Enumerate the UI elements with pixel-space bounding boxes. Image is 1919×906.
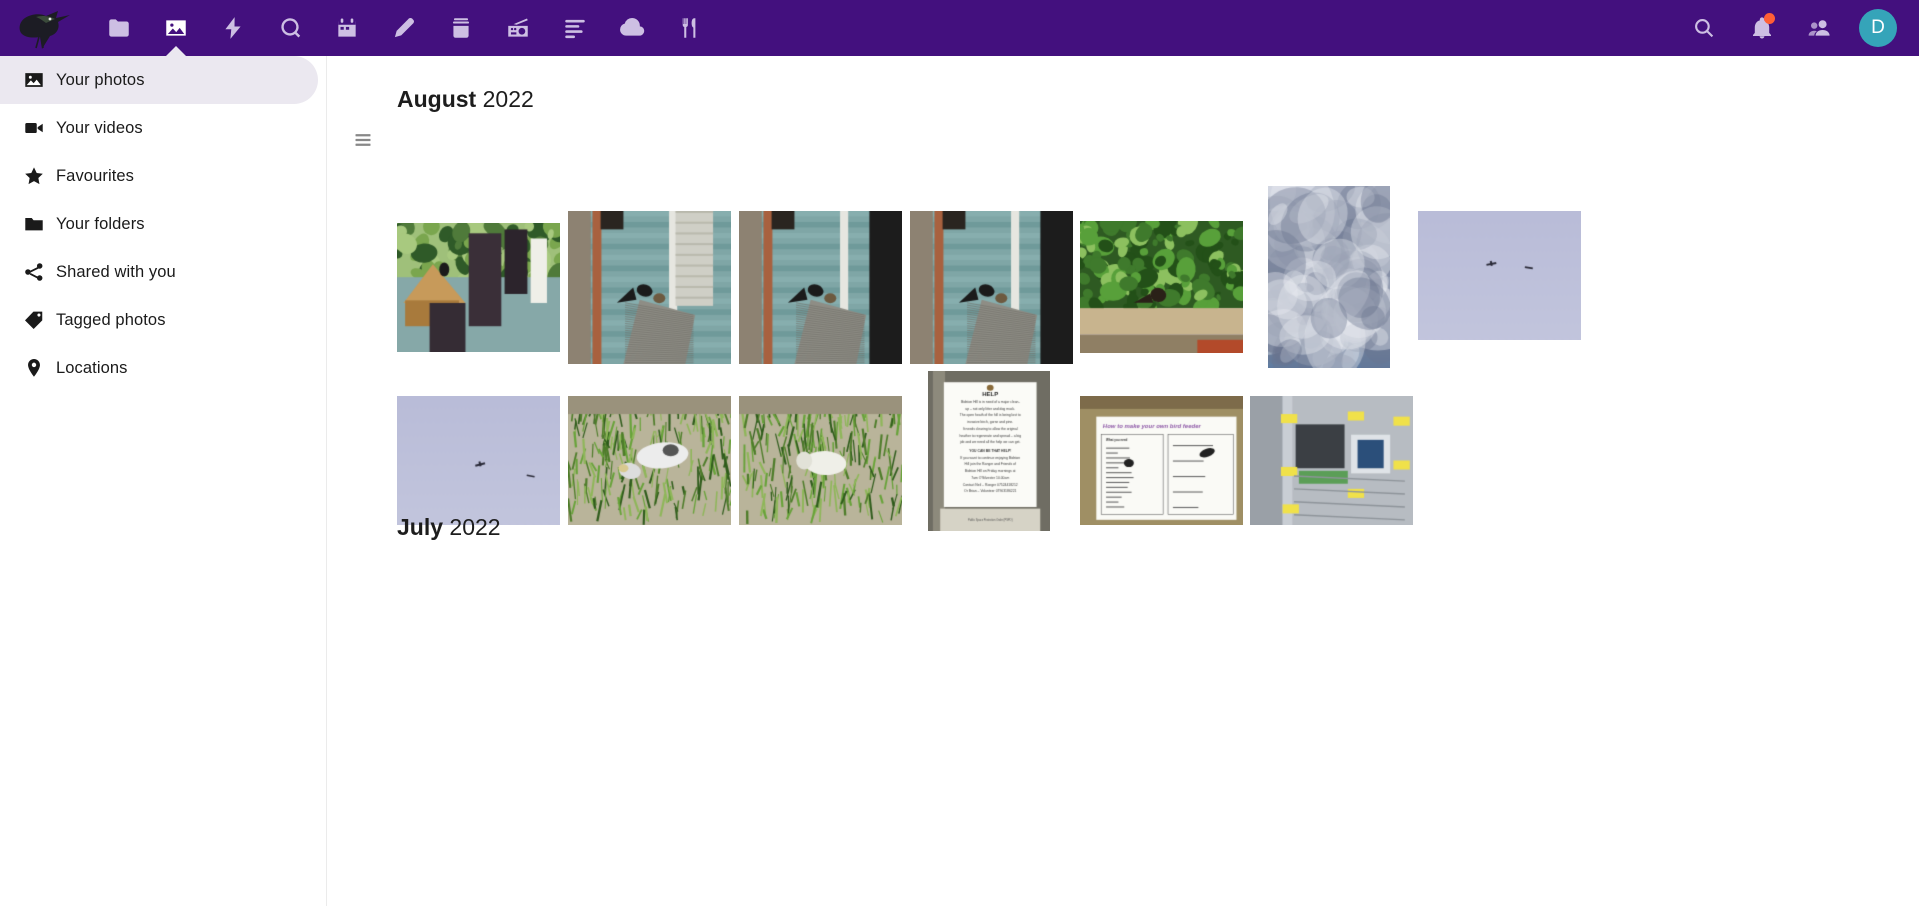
nav-item-cookbook[interactable] (660, 0, 717, 56)
month-year: 2022 (476, 86, 534, 112)
photo-thumbnail (739, 396, 902, 525)
nav-item-photos[interactable] (147, 0, 204, 56)
nav-item-notes[interactable] (375, 0, 432, 56)
search-button[interactable] (1675, 0, 1733, 56)
tag-icon (12, 309, 56, 331)
sidebar-label: Your folders (56, 214, 145, 233)
sidebar-item-your-videos[interactable]: Your videos (0, 104, 318, 152)
nav-item-circles[interactable] (261, 0, 318, 56)
video-camera-icon (12, 117, 56, 139)
photo-bird-feeder-sheet[interactable] (1080, 396, 1243, 525)
month-year: 2022 (443, 514, 501, 540)
sidebar-item-tagged-photos[interactable]: Tagged photos (0, 296, 318, 344)
nav-item-radio[interactable] (489, 0, 546, 56)
photo-birds-in-sky-2[interactable] (397, 396, 560, 525)
photo-thumbnail (397, 223, 560, 352)
top-right-icons: D (1675, 0, 1919, 56)
contacts-button[interactable] (1791, 0, 1849, 56)
list-view-toggle[interactable] (349, 126, 377, 154)
photo-row (327, 341, 1919, 541)
notification-badge (1764, 13, 1775, 24)
month-section-august: August 2022 (327, 86, 1919, 113)
sidebar-item-locations[interactable]: Locations (0, 344, 318, 392)
sidebar-label: Your videos (56, 118, 143, 137)
star-icon (12, 165, 56, 187)
photo-dogs-grass-2[interactable] (739, 396, 902, 525)
location-pin-icon (12, 357, 56, 379)
photo-thumbnail (1250, 396, 1413, 525)
share-icon (12, 261, 56, 283)
nav-item-passwords[interactable] (432, 0, 489, 56)
top-app-bar: D (0, 0, 1919, 56)
photo-birds-in-sky-1[interactable] (1418, 211, 1581, 340)
photo-thumbnail (1080, 396, 1243, 525)
sidebar-item-your-folders[interactable]: Your folders (0, 200, 318, 248)
nav-item-tasks[interactable] (546, 0, 603, 56)
nav-item-activity[interactable] (204, 0, 261, 56)
sidebar-label: Your photos (56, 70, 145, 89)
photos-main-content: August 2022 July 2022 (327, 56, 1919, 906)
sidebar-label: Favourites (56, 166, 135, 185)
photo-bird-hedge[interactable] (1080, 221, 1243, 353)
nav-item-weather[interactable] (603, 0, 660, 56)
nav-item-files[interactable] (90, 0, 147, 56)
folder-icon (12, 213, 56, 235)
photos-icon (12, 69, 56, 91)
photo-thumbnail (568, 396, 731, 525)
sidebar-label: Locations (56, 358, 128, 377)
month-section-july: July 2022 (327, 514, 1919, 541)
month-name: August (397, 86, 477, 112)
photo-dogs-grass-1[interactable] (568, 396, 731, 525)
blackbird-logo[interactable] (0, 0, 90, 56)
sidebar-item-favourites[interactable]: Favourites (0, 152, 318, 200)
notifications-button[interactable] (1733, 0, 1791, 56)
sidebar-item-shared-with-you[interactable]: Shared with you (0, 248, 318, 296)
top-nav-icons (90, 0, 717, 56)
month-name: July (397, 514, 444, 540)
user-avatar[interactable]: D (1859, 9, 1897, 47)
sidebar-navigation: Your photos Your videos Favourites Your … (0, 56, 327, 906)
photo-thumbnail (1080, 221, 1243, 353)
photo-thumbnail (397, 396, 560, 525)
sidebar-label: Tagged photos (56, 310, 166, 329)
sidebar-label: Shared with you (56, 262, 176, 281)
photo-thumbnail (928, 371, 1050, 531)
photo-help-poster[interactable] (928, 371, 1050, 531)
photo-laundry-line[interactable] (397, 223, 560, 352)
nav-item-calendar[interactable] (318, 0, 375, 56)
sidebar-item-your-photos[interactable]: Your photos (0, 56, 318, 104)
photo-shop-shelves[interactable] (1250, 396, 1413, 525)
month-heading: July 2022 (397, 514, 1919, 541)
month-heading: August 2022 (397, 86, 1919, 113)
photo-thumbnail (1418, 211, 1581, 340)
